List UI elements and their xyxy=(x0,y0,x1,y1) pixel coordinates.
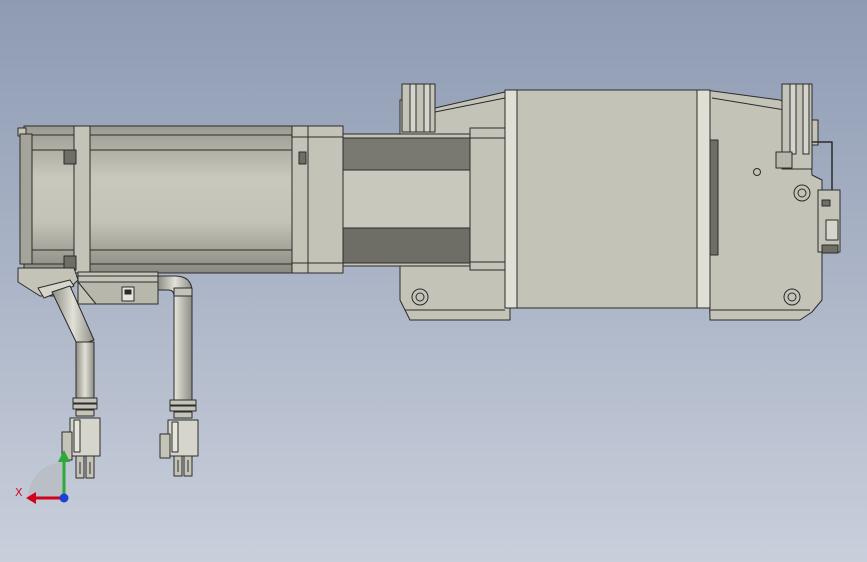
screw-sm xyxy=(753,168,761,176)
screw-br xyxy=(793,184,811,202)
left-bracket xyxy=(401,83,436,133)
cad-viewport[interactable]: X xyxy=(0,0,867,562)
triad-z-axis xyxy=(59,493,69,503)
sensor-connector xyxy=(817,189,841,254)
motor-flange xyxy=(289,125,344,274)
triad-x-label: X xyxy=(15,486,23,499)
screw-fr xyxy=(783,288,801,306)
cad-drawing xyxy=(0,0,867,562)
coupling-housing xyxy=(341,127,506,271)
encoder-connector-box xyxy=(77,271,159,305)
carriage-block xyxy=(504,89,719,309)
screw-fl xyxy=(411,288,429,306)
servo-motor-body xyxy=(17,125,293,274)
